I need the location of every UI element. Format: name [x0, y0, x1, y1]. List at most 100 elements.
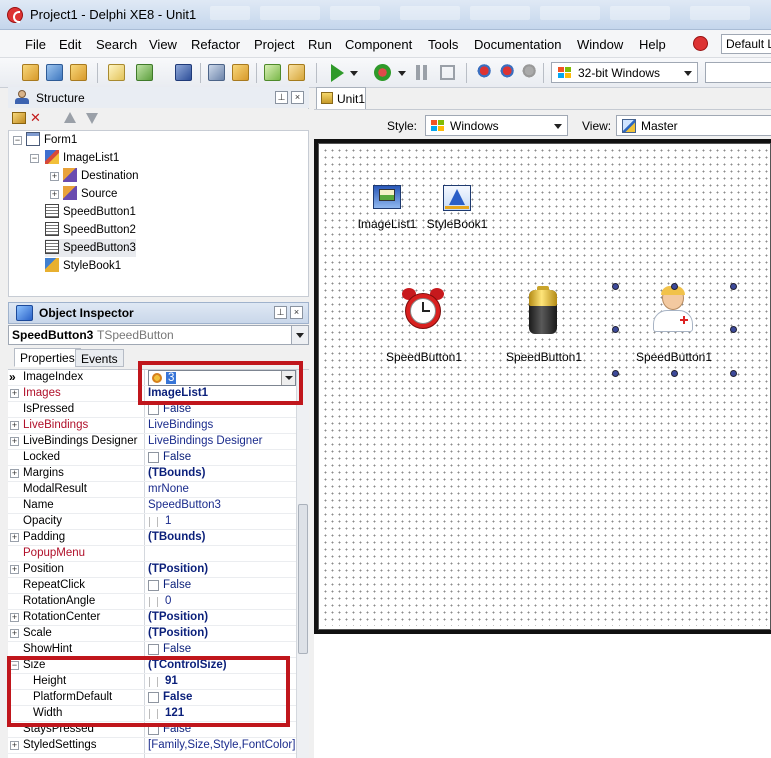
delete-icon[interactable]: ✕: [30, 111, 46, 125]
run-icon[interactable]: [331, 64, 344, 82]
property-row[interactable]: + LiveBindings LiveBindings: [8, 418, 296, 434]
selection-handle[interactable]: [671, 370, 678, 377]
menu-tools[interactable]: Tools: [428, 37, 458, 52]
property-row[interactable]: Name SpeedButton3: [8, 498, 296, 514]
trace-into-icon[interactable]: [474, 64, 491, 81]
property-row[interactable]: RotationAngle 0: [8, 594, 296, 610]
tree-item-imagelist1[interactable]: ImageList1: [45, 149, 119, 167]
property-row[interactable]: + Padding (TBounds): [8, 530, 296, 546]
checkbox[interactable]: [148, 452, 159, 463]
property-row[interactable]: Opacity 1: [8, 514, 296, 530]
expand-icon[interactable]: +: [10, 469, 19, 478]
expand-icon[interactable]: +: [10, 421, 19, 430]
property-value[interactable]: (TBounds): [148, 467, 205, 479]
new-items-icon[interactable]: [22, 64, 39, 81]
property-value[interactable]: False: [163, 643, 191, 655]
expand-icon[interactable]: +: [10, 613, 19, 622]
speedbutton-battery[interactable]: [527, 286, 559, 334]
open-project-folder-icon[interactable]: [232, 64, 249, 81]
menu-refactor[interactable]: Refactor: [191, 37, 240, 52]
speedbutton-doctor[interactable]: [652, 286, 696, 334]
selection-handle[interactable]: [730, 370, 737, 377]
add-to-project-icon[interactable]: [264, 64, 281, 81]
close-icon[interactable]: ×: [290, 306, 303, 319]
tree-expand-icon[interactable]: +: [50, 172, 59, 181]
run-without-debug-icon[interactable]: [374, 64, 391, 81]
tree-item-form1[interactable]: Form1: [26, 131, 77, 149]
checkbox[interactable]: [148, 404, 159, 415]
property-value[interactable]: (TBounds): [148, 531, 205, 543]
property-row[interactable]: + LiveBindings Designer LiveBindings Desig…: [8, 434, 296, 450]
style-combo[interactable]: Windows: [425, 115, 568, 136]
tab-properties[interactable]: Properties: [14, 348, 81, 367]
selection-handle[interactable]: [612, 326, 619, 333]
property-value[interactable]: (TPosition): [148, 611, 208, 623]
view-combo[interactable]: Master: [616, 115, 771, 136]
menu-window[interactable]: Window: [577, 37, 623, 52]
menu-run[interactable]: Run: [308, 37, 332, 52]
property-value[interactable]: (TPosition): [148, 563, 208, 575]
desktop-layout-combo[interactable]: Default Layout: [721, 34, 771, 54]
selection-handle[interactable]: [612, 283, 619, 290]
property-row[interactable]: RepeatClick False: [8, 578, 296, 594]
embarcadero-help-icon[interactable]: [693, 36, 708, 51]
run-to-cursor-icon[interactable]: [519, 64, 536, 81]
selection-handle[interactable]: [671, 283, 678, 290]
property-value[interactable]: (TPosition): [148, 627, 208, 639]
save-icon[interactable]: [175, 64, 192, 81]
menu-file[interactable]: File: [25, 37, 46, 52]
delphi-app-icon[interactable]: [7, 7, 23, 23]
expand-icon[interactable]: +: [10, 389, 19, 398]
folder-icon[interactable]: [12, 112, 26, 124]
selection-handle[interactable]: [730, 283, 737, 290]
property-row[interactable]: + Position (TPosition): [8, 562, 296, 578]
tree-item-destination[interactable]: Destination: [63, 167, 139, 185]
property-row[interactable]: + Scale (TPosition): [8, 626, 296, 642]
checkbox[interactable]: [148, 580, 159, 591]
property-value[interactable]: mrNone: [148, 483, 189, 495]
property-value[interactable]: [Family,Size,Style,FontColor]: [148, 739, 295, 751]
expand-icon[interactable]: +: [10, 533, 19, 542]
property-value[interactable]: False: [163, 579, 191, 591]
selection-handle[interactable]: [612, 370, 619, 377]
expand-icon[interactable]: +: [10, 565, 19, 574]
tree-collapse-icon[interactable]: −: [30, 154, 39, 163]
component-selector[interactable]: SpeedButton3 TSpeedButton: [8, 325, 309, 345]
property-row[interactable]: ModalResult mrNone: [8, 482, 296, 498]
form-designer[interactable]: ImageList1 StyleBook1 SpeedButton1 Speed…: [314, 139, 771, 634]
menu-help[interactable]: Help: [639, 37, 666, 52]
open-file-icon[interactable]: [136, 64, 153, 81]
close-icon[interactable]: ×: [291, 91, 304, 104]
property-row[interactable]: + StyledSettings [Family,Size,Style,FontCo…: [8, 738, 296, 754]
menu-search[interactable]: Search: [96, 37, 137, 52]
property-grid-scrollbar[interactable]: [296, 370, 309, 758]
tab-unit1[interactable]: Unit1: [316, 87, 366, 109]
remove-from-project-icon[interactable]: [288, 64, 305, 81]
pin-icon[interactable]: ⊥: [275, 91, 288, 104]
pause-icon[interactable]: [416, 65, 420, 80]
stop-icon[interactable]: [440, 65, 455, 80]
property-row[interactable]: Locked False: [8, 450, 296, 466]
property-row[interactable]: + Margins (TBounds): [8, 466, 296, 482]
tree-item-speedbutton2[interactable]: SpeedButton2: [45, 221, 136, 239]
menu-documentation[interactable]: Documentation: [474, 37, 561, 52]
step-over-icon[interactable]: [497, 64, 514, 81]
tab-events[interactable]: Events: [75, 349, 124, 367]
menu-project[interactable]: Project: [254, 37, 294, 52]
expand-icon[interactable]: +: [10, 629, 19, 638]
imagelist1-component[interactable]: [371, 183, 403, 215]
property-row[interactable]: + RotationCenter (TPosition): [8, 610, 296, 626]
save-all-icon[interactable]: [208, 64, 225, 81]
property-value[interactable]: 0: [165, 595, 171, 607]
menu-edit[interactable]: Edit: [59, 37, 81, 52]
move-up-icon[interactable]: [64, 112, 76, 123]
ide-search-input[interactable]: [705, 62, 771, 83]
new-file-icon[interactable]: [108, 64, 125, 81]
open-project-icon[interactable]: [46, 64, 63, 81]
reopen-icon[interactable]: [70, 64, 87, 81]
checkbox[interactable]: [148, 644, 159, 655]
move-down-icon[interactable]: [86, 113, 98, 124]
expand-icon[interactable]: +: [10, 437, 19, 446]
expand-icon[interactable]: +: [10, 741, 19, 750]
property-value[interactable]: False: [163, 451, 191, 463]
